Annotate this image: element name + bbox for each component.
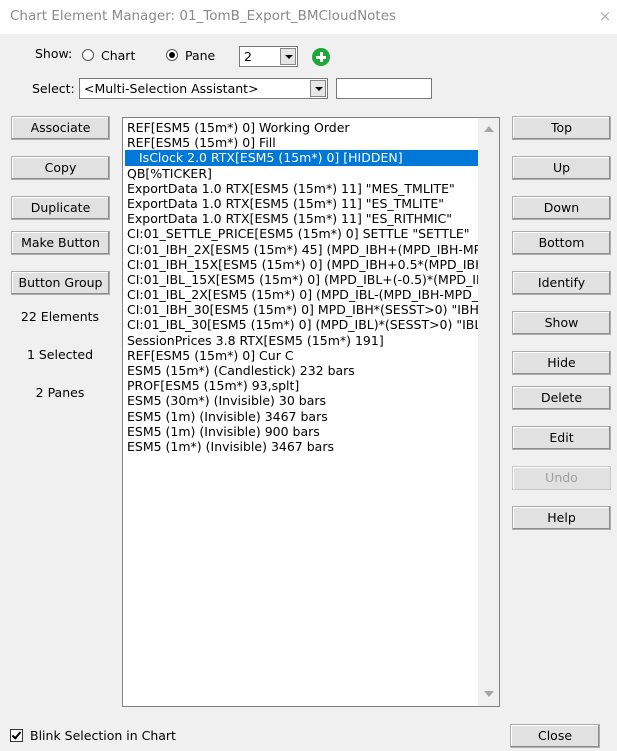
duplicate-button[interactable]: Duplicate [11, 196, 110, 220]
list-item[interactable]: CI:01_IBL_15X[ESM5 (15m*) 0] (MPD_IBL+(-… [125, 272, 479, 287]
list-item[interactable]: REF[ESM5 (15m*) 0] Cur C [125, 348, 479, 363]
list-item[interactable]: ESM5 (1m*) (Invisible) 3467 bars [125, 439, 479, 454]
blink-selection-label: Blink Selection in Chart [30, 728, 176, 743]
elements-list[interactable]: REF[ESM5 (15m*) 0] Working Order REF[ESM5… [122, 117, 500, 707]
associate-button[interactable]: Associate [11, 116, 110, 140]
list-item[interactable]: CI:01_IBH_15X[ESM5 (15m*) 0] (MPD_IBH+0.… [125, 257, 479, 272]
title-bar: Chart Element Manager: 01_TomB_Export_BM… [0, 0, 617, 34]
copy-button[interactable]: Copy [11, 156, 110, 180]
make-button-button[interactable]: Make Button [11, 231, 110, 255]
pane-select[interactable]: 2 [239, 46, 298, 67]
chevron-down-icon[interactable] [310, 80, 326, 97]
pane-radio-dot [169, 52, 175, 58]
list-item[interactable]: CI:01_IBH_30[ESM5 (15m*) 0] MPD_IBH*(SES… [125, 302, 479, 317]
pane-radio-label: Pane [185, 48, 216, 63]
chart-radio-label: Chart [101, 48, 136, 63]
list-item-selected[interactable]: IsClock 2.0 RTX[ESM5 (15m*) 0] [HIDDEN] [125, 150, 479, 166]
down-button[interactable]: Down [512, 196, 611, 220]
elements-count: 22 Elements [20, 309, 100, 324]
pane-radio[interactable] [166, 49, 178, 61]
list-scrollbar[interactable] [478, 118, 499, 706]
show-button[interactable]: Show [512, 311, 611, 335]
show-label: Show: [35, 46, 73, 61]
button-group-button[interactable]: Button Group [11, 271, 110, 295]
list-item[interactable]: ExportData 1.0 RTX[ESM5 (15m*) 11] "ES_T… [125, 196, 479, 211]
pane-select-value: 2 [244, 49, 252, 64]
list-item[interactable]: QB[%TICKER] [125, 166, 479, 181]
scroll-up-icon[interactable] [484, 126, 494, 132]
list-item[interactable]: ESM5 (30m*) (Invisible) 30 bars [125, 393, 479, 408]
selection-filter-input[interactable] [336, 78, 432, 99]
list-item[interactable]: ExportData 1.0 RTX[ESM5 (15m*) 11] "MES_… [125, 181, 479, 196]
close-window-icon[interactable]: × [593, 5, 617, 27]
help-button[interactable]: Help [512, 506, 611, 530]
delete-button[interactable]: Delete [512, 386, 611, 410]
list-item[interactable]: CI:01_SETTLE_PRICE[ESM5 (15m*) 0] SETTLE… [125, 226, 479, 241]
list-item[interactable]: ESM5 (1m) (Invisible) 900 bars [125, 424, 479, 439]
list-item[interactable]: REF[ESM5 (15m*) 0] Working Order [125, 120, 479, 135]
checkmark-icon [11, 729, 22, 740]
up-button[interactable]: Up [512, 156, 611, 180]
list-item[interactable]: ESM5 (1m) (Invisible) 3467 bars [125, 409, 479, 424]
select-label: Select: [32, 81, 75, 96]
list-item[interactable]: ExportData 1.0 RTX[ESM5 (15m*) 11] "ES_R… [125, 211, 479, 226]
close-button[interactable]: Close [510, 724, 600, 748]
list-item[interactable]: SessionPrices 3.8 RTX[ESM5 (15m*) 191] [125, 333, 479, 348]
chevron-down-icon[interactable] [280, 48, 296, 65]
top-button[interactable]: Top [512, 116, 611, 140]
list-item[interactable]: CI:01_IBL_30[ESM5 (15m*) 0] (MPD_IBL)*(S… [125, 317, 479, 332]
identify-button[interactable]: Identify [512, 271, 611, 295]
list-item[interactable]: CI:01_IBL_2X[ESM5 (15m*) 0] (MPD_IBL-(MP… [125, 287, 479, 302]
list-item[interactable]: ESM5 (15m*) (Candlestick) 232 bars [125, 363, 479, 378]
hide-button[interactable]: Hide [512, 351, 611, 375]
edit-button[interactable]: Edit [512, 426, 611, 450]
selected-count: 1 Selected [26, 347, 94, 362]
undo-button[interactable]: Undo [512, 466, 611, 490]
panes-count: 2 Panes [35, 385, 85, 400]
scroll-down-icon[interactable] [484, 691, 494, 697]
window-title: Chart Element Manager: 01_TomB_Export_BM… [10, 8, 397, 24]
bottom-button[interactable]: Bottom [512, 231, 611, 255]
blink-selection-checkbox[interactable] [10, 729, 23, 742]
elements-list-items: REF[ESM5 (15m*) 0] Working Order REF[ESM5… [125, 120, 479, 454]
selection-assistant-select[interactable]: <Multi-Selection Assistant> [79, 78, 328, 99]
add-pane-icon[interactable] [312, 48, 330, 66]
selection-assistant-value: <Multi-Selection Assistant> [84, 81, 259, 96]
chart-radio[interactable] [82, 49, 94, 61]
list-item[interactable]: REF[ESM5 (15m*) 0] Fill [125, 135, 479, 150]
list-item[interactable]: CI:01_IBH_2X[ESM5 (15m*) 45] (MPD_IBH+(M… [125, 242, 479, 257]
list-item[interactable]: PROF[ESM5 (15m*) 93,splt] [125, 378, 479, 393]
